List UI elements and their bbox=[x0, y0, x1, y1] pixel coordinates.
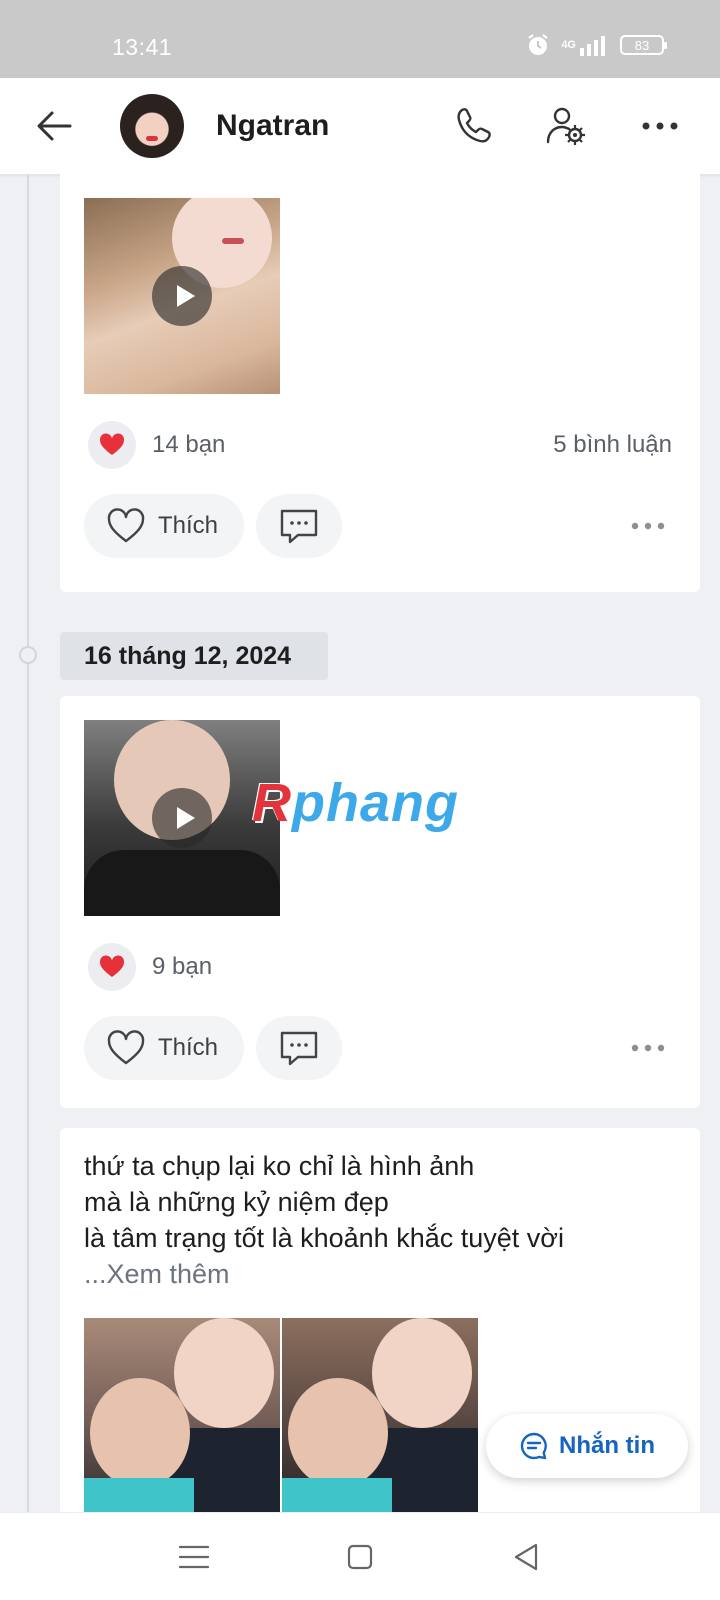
post-card: 14 bạn 5 bình luận Thích bbox=[60, 174, 700, 592]
reaction-count[interactable]: 14 bạn bbox=[152, 431, 225, 459]
heart-outline-icon bbox=[107, 1030, 145, 1065]
status-time: 13:41 bbox=[112, 34, 173, 60]
like-button[interactable]: Thích bbox=[84, 494, 244, 558]
post-more-button[interactable] bbox=[624, 506, 672, 546]
play-icon[interactable] bbox=[152, 266, 212, 326]
watermark-logo: Rphang bbox=[252, 772, 459, 834]
more-dots-icon bbox=[631, 522, 665, 530]
system-nav-bar bbox=[0, 1512, 720, 1600]
post-more-button[interactable] bbox=[624, 1028, 672, 1068]
user-settings-icon[interactable] bbox=[544, 104, 588, 148]
alarm-icon bbox=[528, 34, 548, 55]
timeline-dot bbox=[19, 646, 37, 664]
heart-reaction-icon[interactable] bbox=[88, 421, 136, 469]
post-text-line: mà là những kỷ niệm đẹp bbox=[84, 1187, 389, 1217]
like-label: Thích bbox=[158, 1034, 219, 1061]
home-icon[interactable] bbox=[338, 1535, 382, 1579]
timeline-line bbox=[27, 174, 29, 1512]
comment-count[interactable]: 5 bình luận bbox=[553, 431, 672, 459]
comment-button[interactable] bbox=[256, 1016, 342, 1080]
action-row: Thích bbox=[84, 1016, 672, 1080]
profile-header: Ngatran bbox=[0, 78, 720, 174]
post-text-line: là tâm trạng tốt là khoảnh khắc tuyệt vờ… bbox=[84, 1223, 564, 1253]
more-dots-icon bbox=[631, 1044, 665, 1052]
post-card: 9 bạn Thích bbox=[60, 696, 700, 1108]
avatar[interactable] bbox=[120, 94, 184, 158]
post-text-line: thứ ta chụp lại ko chỉ là hình ảnh bbox=[84, 1151, 475, 1181]
watermark-rest: phang bbox=[292, 773, 459, 833]
watermark-first-letter: R bbox=[252, 773, 292, 833]
back-nav-icon[interactable] bbox=[504, 1535, 548, 1579]
chat-bubble-icon bbox=[520, 1432, 547, 1460]
post-photo[interactable] bbox=[84, 1318, 280, 1512]
signal-icon bbox=[580, 36, 605, 56]
more-options-icon[interactable] bbox=[638, 104, 682, 148]
date-separator: 16 tháng 12, 2024 bbox=[60, 632, 328, 680]
heart-outline-icon bbox=[107, 508, 145, 543]
post-photo[interactable] bbox=[282, 1318, 478, 1512]
message-button[interactable]: Nhắn tin bbox=[486, 1414, 688, 1478]
like-label: Thích bbox=[158, 512, 219, 539]
reaction-row: 14 bạn 5 bình luận bbox=[88, 420, 672, 470]
action-row: Thích bbox=[84, 494, 672, 558]
like-button[interactable]: Thích bbox=[84, 1016, 244, 1080]
comment-icon bbox=[280, 1031, 318, 1066]
video-thumbnail[interactable] bbox=[84, 720, 280, 916]
message-button-label: Nhắn tin bbox=[559, 1432, 655, 1459]
comment-button[interactable] bbox=[256, 494, 342, 558]
battery-icon: 83 bbox=[620, 35, 667, 55]
video-thumbnail[interactable] bbox=[84, 198, 280, 394]
comment-icon bbox=[280, 509, 318, 544]
status-bar: 13:41 4G 83 bbox=[0, 0, 720, 78]
see-more-link[interactable]: ...Xem thêm bbox=[84, 1256, 684, 1292]
reaction-row: 9 bạn bbox=[88, 942, 672, 992]
phone-icon[interactable] bbox=[452, 104, 496, 148]
battery-level: 83 bbox=[634, 37, 650, 53]
network-label: 4G bbox=[561, 39, 576, 51]
post-text: thứ ta chụp lại ko chỉ là hình ảnh mà là… bbox=[84, 1148, 684, 1292]
reaction-count[interactable]: 9 bạn bbox=[152, 953, 212, 981]
profile-name[interactable]: Ngatran bbox=[216, 109, 329, 143]
play-icon[interactable] bbox=[152, 788, 212, 848]
recent-apps-icon[interactable] bbox=[172, 1535, 216, 1579]
back-arrow-icon[interactable] bbox=[32, 104, 76, 148]
status-icons: 4G 83 bbox=[525, 32, 667, 58]
heart-reaction-icon[interactable] bbox=[88, 943, 136, 991]
